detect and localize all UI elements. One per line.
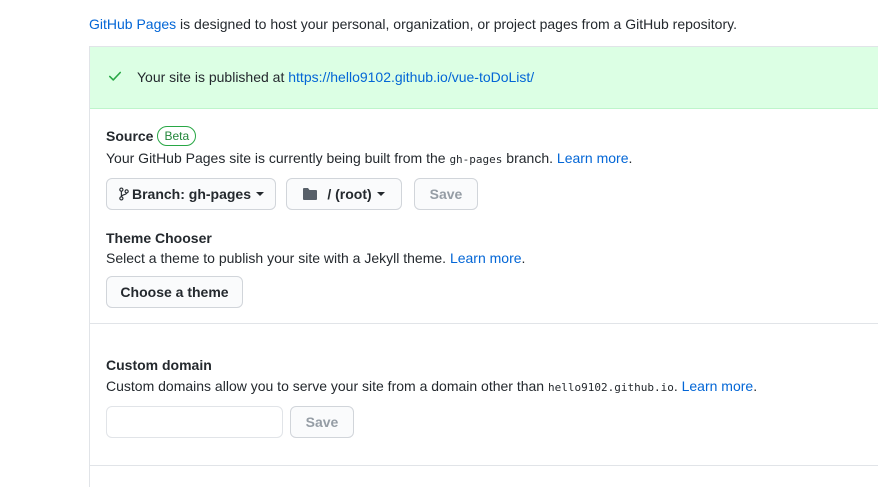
theme-learn-more-link[interactable]: Learn more: [450, 250, 522, 266]
folder-select-button[interactable]: / (root): [286, 178, 402, 210]
check-icon: [108, 69, 122, 83]
github-pages-link[interactable]: GitHub Pages: [89, 16, 176, 32]
published-flash: Your site is published at https://hello9…: [90, 47, 878, 109]
custom-domain-description: Custom domains allow you to serve your s…: [106, 378, 758, 394]
pages-settings-box: Your site is published at https://hello9…: [89, 46, 878, 487]
theme-chooser-heading: Theme Chooser: [106, 230, 212, 246]
branch-select-button[interactable]: Branch: gh-pages: [106, 178, 276, 210]
caret-down-icon: [376, 192, 385, 196]
git-branch-icon: [118, 187, 130, 201]
intro-text: GitHub Pages is designed to host your pe…: [89, 16, 737, 32]
published-message: Your site is published at https://hello9…: [137, 69, 535, 85]
section-divider: [90, 465, 878, 466]
caret-down-icon: [256, 192, 264, 196]
site-url-link[interactable]: https://hello9102.github.io/vue-toDoList…: [288, 69, 534, 85]
source-heading: Source Beta: [106, 126, 197, 146]
theme-description: Select a theme to publish your site with…: [106, 250, 526, 266]
custom-domain-heading: Custom domain: [106, 357, 212, 373]
domain-code: hello9102.github.io: [547, 381, 674, 394]
source-learn-more-link[interactable]: Learn more: [557, 150, 629, 166]
choose-theme-button[interactable]: Choose a theme: [106, 276, 243, 308]
intro-description: is designed to host your personal, organ…: [176, 16, 737, 32]
source-description: Your GitHub Pages site is currently bein…: [106, 150, 633, 166]
custom-domain-save-button[interactable]: Save: [290, 406, 354, 438]
folder-icon: [303, 188, 318, 200]
custom-domain-input[interactable]: [106, 406, 283, 438]
source-save-button[interactable]: Save: [414, 178, 478, 210]
custom-domain-learn-more-link[interactable]: Learn more: [682, 378, 754, 394]
section-divider: [90, 323, 878, 324]
branch-code: gh-pages: [449, 153, 503, 166]
beta-badge: Beta: [157, 126, 197, 146]
